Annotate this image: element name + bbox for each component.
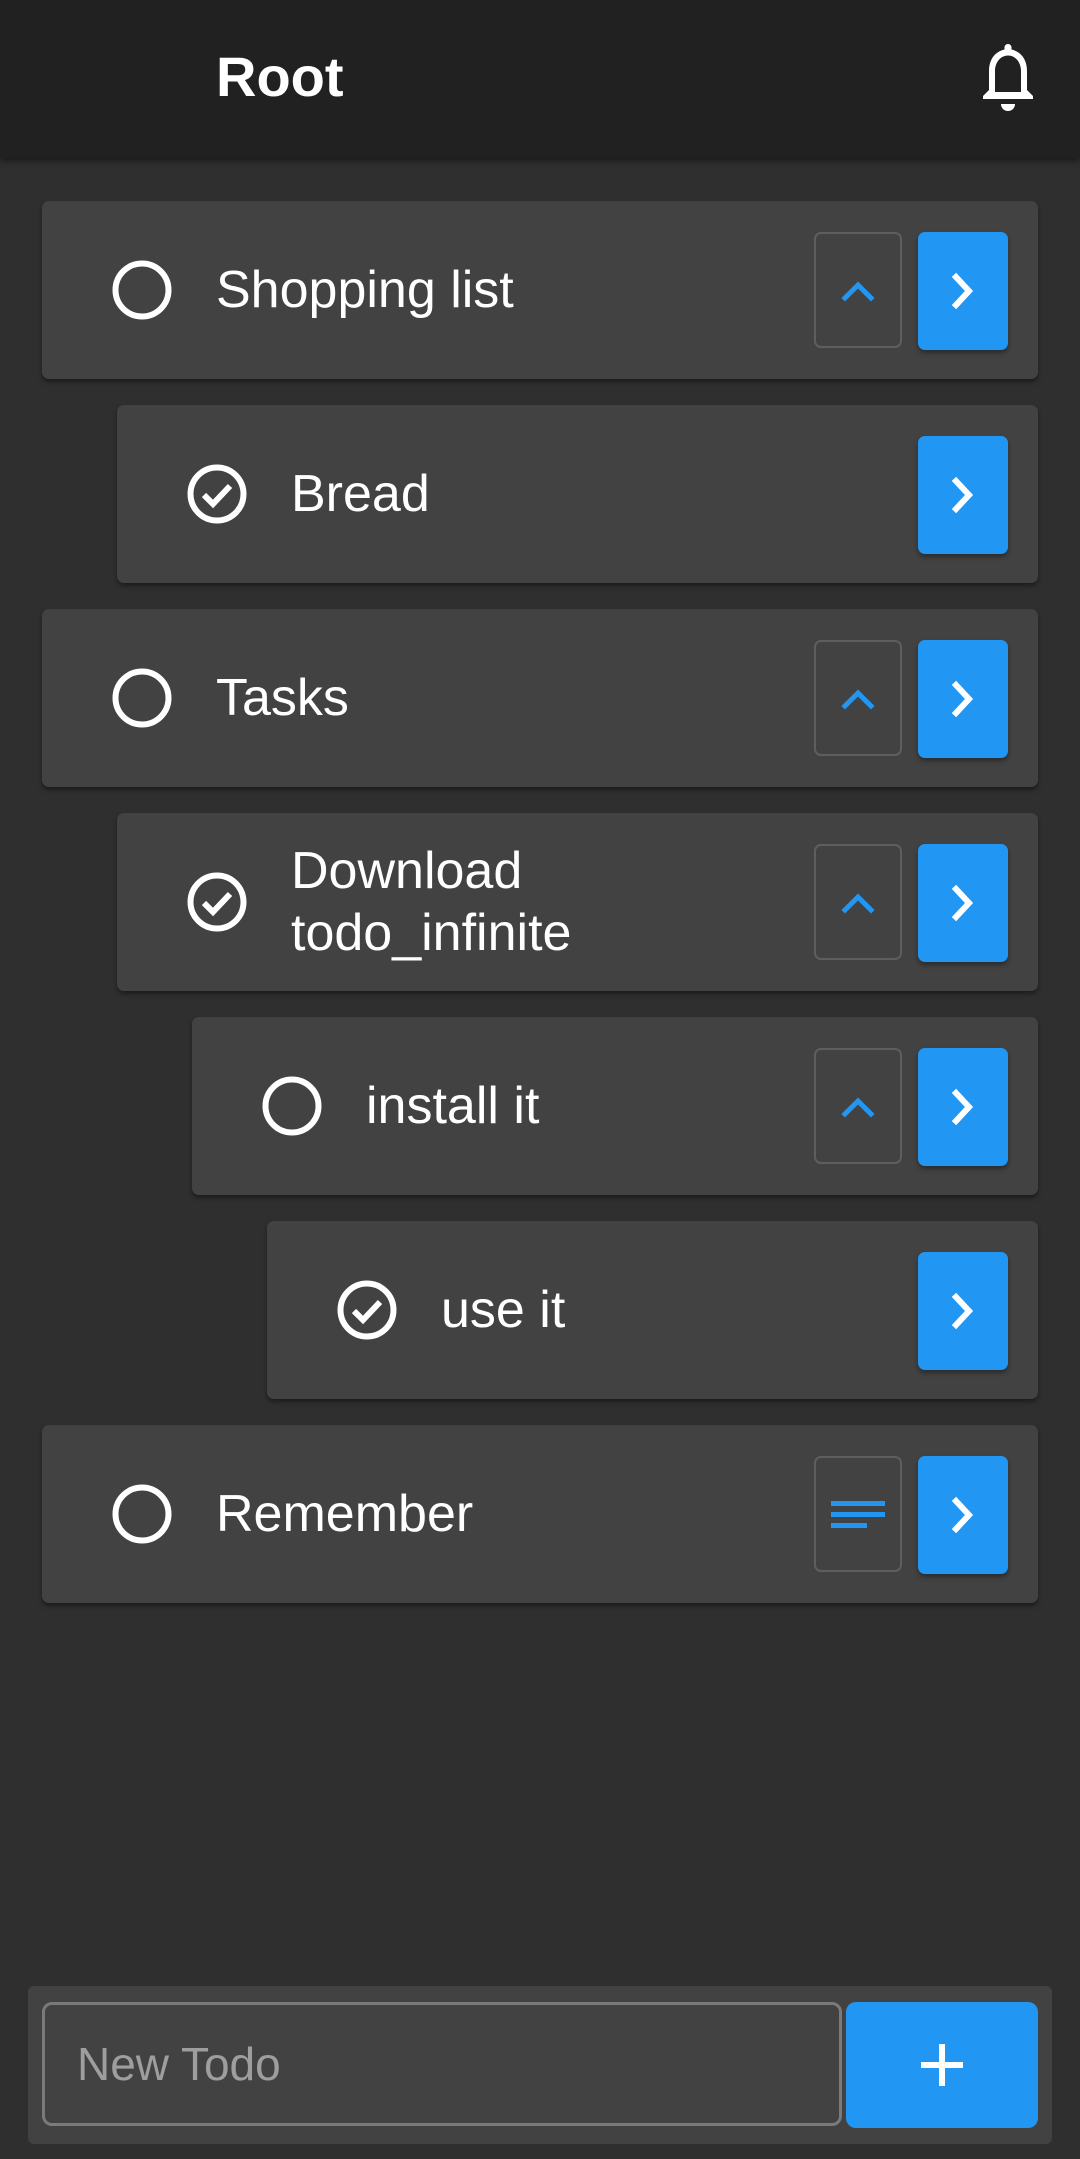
todo-label: install it xyxy=(366,1077,540,1135)
notes-icon xyxy=(831,1501,885,1528)
new-todo-field[interactable] xyxy=(42,2002,842,2126)
move-up-button[interactable] xyxy=(814,640,902,756)
todo-item[interactable]: install it xyxy=(192,1017,1038,1195)
chevron-up-icon xyxy=(841,689,875,710)
todo-item[interactable]: Bread xyxy=(117,405,1038,583)
chevron-right-icon xyxy=(951,884,974,922)
chevron-right-icon xyxy=(951,272,974,310)
todo-item[interactable]: Download todo_infinite xyxy=(117,813,1038,991)
chevron-up-icon xyxy=(841,1097,875,1118)
open-item-button[interactable] xyxy=(918,844,1008,962)
todo-label: use it xyxy=(441,1281,566,1339)
check-circle-icon[interactable] xyxy=(187,872,247,932)
open-item-button[interactable] xyxy=(918,640,1008,758)
notes-button[interactable] xyxy=(814,1456,902,1572)
open-item-button[interactable] xyxy=(918,232,1008,350)
todo-label: Remember xyxy=(216,1485,474,1543)
chevron-right-icon xyxy=(951,476,974,514)
chevron-up-icon xyxy=(841,893,875,914)
todo-label: Download todo_infinite xyxy=(291,842,572,962)
page-title: Root xyxy=(216,45,344,108)
chevron-right-icon xyxy=(951,1088,974,1126)
todo-label: Tasks xyxy=(216,669,349,727)
move-up-button[interactable] xyxy=(814,844,902,960)
open-item-button[interactable] xyxy=(918,436,1008,554)
open-item-button[interactable] xyxy=(918,1048,1008,1166)
new-todo-bar xyxy=(28,1986,1052,2144)
check-circle-icon[interactable] xyxy=(337,1280,397,1340)
add-todo-button[interactable] xyxy=(846,2002,1038,2128)
chevron-right-icon xyxy=(951,680,974,718)
circle-outline-icon[interactable] xyxy=(112,668,172,728)
chevron-right-icon xyxy=(951,1496,974,1534)
chevron-up-icon xyxy=(841,281,875,302)
todo-item[interactable]: Tasks xyxy=(42,609,1038,787)
app-bar: Root xyxy=(0,0,1080,158)
chevron-right-icon xyxy=(951,1292,974,1330)
plus-icon xyxy=(921,2044,963,2086)
bell-icon[interactable] xyxy=(976,40,1040,116)
move-up-button[interactable] xyxy=(814,1048,902,1164)
todo-item[interactable]: Remember xyxy=(42,1425,1038,1603)
circle-outline-icon[interactable] xyxy=(112,1484,172,1544)
todo-item[interactable]: Shopping list xyxy=(42,201,1038,379)
open-item-button[interactable] xyxy=(918,1252,1008,1370)
new-todo-input[interactable] xyxy=(45,2005,839,2123)
todo-label: Bread xyxy=(291,465,430,523)
todo-item[interactable]: use it xyxy=(267,1221,1038,1399)
circle-outline-icon[interactable] xyxy=(112,260,172,320)
move-up-button[interactable] xyxy=(814,232,902,348)
todo-label: Shopping list xyxy=(216,261,514,319)
open-item-button[interactable] xyxy=(918,1456,1008,1574)
circle-outline-icon[interactable] xyxy=(262,1076,322,1136)
check-circle-icon[interactable] xyxy=(187,464,247,524)
